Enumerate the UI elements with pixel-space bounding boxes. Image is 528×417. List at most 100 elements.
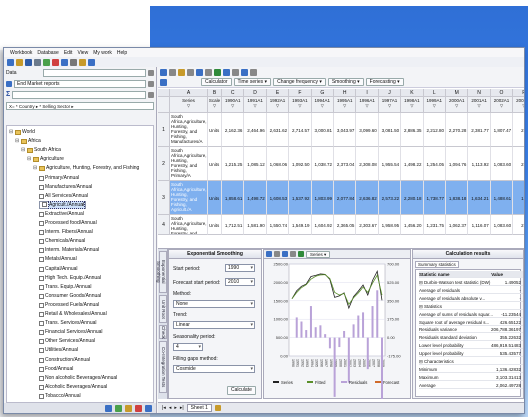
value-cell[interactable]: 2,365.05 <box>334 215 357 235</box>
method-select[interactable]: None <box>173 300 255 308</box>
checkbox[interactable] <box>39 257 44 263</box>
series-header-cell[interactable]: Scale ▽ <box>208 97 222 113</box>
column-header[interactable]: O <box>490 89 514 97</box>
value-cell[interactable]: 1,094.76 <box>446 147 469 181</box>
chevron-down-icon[interactable] <box>148 80 154 87</box>
result-row[interactable]: ⊟ Characteristics <box>419 358 523 365</box>
value-cell[interactable]: 1,092.50 <box>289 147 312 181</box>
value-cell[interactable]: 2,293. <box>513 147 524 181</box>
bar-icon[interactable] <box>282 251 288 257</box>
collapse-icon[interactable]: ⊟ <box>15 137 20 146</box>
value-cell[interactable]: 1,568. <box>513 181 524 215</box>
value-cell[interactable]: 1,068.06 <box>266 147 290 181</box>
value-cell[interactable]: 1,838.18 <box>446 181 469 215</box>
filter-icon[interactable]: ▽ <box>208 103 221 108</box>
column-header[interactable]: B <box>208 89 222 97</box>
series-cell[interactable]: South Africa,Agriculture, Hunting, Fores… <box>170 113 208 147</box>
bar-chart-icon[interactable] <box>241 68 248 76</box>
start-period-select[interactable]: 1990 <box>225 264 255 272</box>
value-cell[interactable]: 3,081.50 <box>378 113 402 147</box>
sheet-nav-next-icon[interactable]: ▸ <box>174 405 177 411</box>
seasonality-select[interactable]: 4 <box>173 343 203 351</box>
value-cell[interactable]: 2,464.96 <box>244 113 267 147</box>
nav-last-icon[interactable] <box>135 404 142 412</box>
value-cell[interactable]: 2,293. <box>513 215 524 235</box>
tree-item[interactable]: ⊟ Agriculture, Hunting, Forestry, and Fis… <box>33 164 139 173</box>
tree-item[interactable]: Agricult./Annual <box>39 200 87 209</box>
value-cell[interactable]: 1,215.25 <box>222 147 245 181</box>
filling-gaps-select[interactable]: Cosmide <box>173 365 255 373</box>
delete-icon[interactable] <box>52 58 59 66</box>
checkbox[interactable] <box>39 266 44 272</box>
filter-icon[interactable]: ▽ <box>379 103 400 108</box>
filter-icon[interactable]: ▽ <box>334 103 355 108</box>
search-icon[interactable] <box>148 91 154 98</box>
tab-summary-statistics[interactable]: Summary statistics <box>415 261 459 268</box>
scale-cell[interactable]: Units <box>208 181 222 215</box>
axis-icon[interactable] <box>290 251 296 257</box>
dropdown-icon[interactable] <box>148 69 154 76</box>
value-cell[interactable]: 1,113.92 <box>468 147 491 181</box>
sheet-nav-last-icon[interactable]: ▸| <box>180 405 184 411</box>
menu-view[interactable]: View <box>77 50 88 56</box>
layout-icon[interactable] <box>232 68 239 76</box>
checkbox[interactable] <box>39 193 44 199</box>
column-header[interactable]: G <box>311 89 334 97</box>
value-cell[interactable]: 1,488.61 <box>490 181 514 215</box>
value-cell[interactable]: 1,550.74 <box>266 215 290 235</box>
checkbox[interactable] <box>39 375 44 381</box>
side-tab[interactable]: Check <box>159 325 167 339</box>
series-header-cell[interactable]: 1999A1 ▽ <box>423 97 446 113</box>
sheet-nav-prev-icon[interactable]: ◂ <box>169 405 172 411</box>
value-cell[interactable]: 2,077.84 <box>334 181 357 215</box>
nav-next-icon[interactable] <box>125 404 132 412</box>
tree-item[interactable]: All Services/Annual <box>39 192 88 201</box>
checkbox[interactable] <box>39 357 44 363</box>
result-row[interactable]: Square root of average residual s... 426.… <box>419 319 523 326</box>
column-header[interactable]: K <box>401 89 424 97</box>
checkbox[interactable] <box>39 293 44 299</box>
filter-icon[interactable]: ▽ <box>170 103 207 108</box>
checkbox[interactable] <box>39 366 44 372</box>
filter-input[interactable] <box>12 90 146 99</box>
column-header[interactable]: P <box>513 89 524 97</box>
row-number[interactable]: 1 <box>158 113 170 147</box>
value-cell[interactable]: 2,636.82 <box>356 181 379 215</box>
value-cell[interactable]: 1,083.60 <box>490 215 514 235</box>
checkbox[interactable] <box>39 393 44 399</box>
open-icon[interactable] <box>16 58 23 66</box>
value-cell[interactable]: 1,549.19 <box>289 215 312 235</box>
scale-cell[interactable]: Units <box>208 113 222 147</box>
value-cell[interactable]: 2,714.57 <box>289 113 312 147</box>
menu-workbook[interactable]: Workbook <box>10 50 32 56</box>
line-chart-icon[interactable] <box>223 68 230 76</box>
filter-icon[interactable]: ▽ <box>312 103 333 108</box>
result-row[interactable]: Average of sums of residuals squar... -11… <box>419 311 523 318</box>
series-menu[interactable]: Series ▾ <box>306 250 331 258</box>
series-header-cell[interactable]: 1996A1 ▽ <box>356 97 379 113</box>
column-header[interactable]: F <box>289 89 312 97</box>
filter-icon[interactable]: ▽ <box>401 103 422 108</box>
value-cell[interactable]: 1,537.92 <box>289 181 312 215</box>
result-row[interactable]: Minimum 1,136.42832 <box>419 366 523 373</box>
column-header[interactable]: A <box>170 89 208 97</box>
checkbox[interactable] <box>39 211 44 217</box>
grid-icon[interactable] <box>160 68 167 76</box>
collapse-icon[interactable]: ⊟ <box>9 128 14 137</box>
value-cell[interactable]: 1,738.77 <box>423 181 446 215</box>
filter-icon[interactable]: ▽ <box>491 103 512 108</box>
value-cell[interactable]: 2,373.04 <box>334 147 357 181</box>
scale-cell[interactable]: Units <box>208 147 222 181</box>
value-cell[interactable]: 2,381.77 <box>468 113 491 147</box>
series-header-cell[interactable]: 1991A1 ▽ <box>244 97 267 113</box>
tree-item[interactable]: Manufactures/Annual <box>39 183 92 192</box>
column-header[interactable]: I <box>356 89 379 97</box>
value-cell[interactable]: 2,162.36 <box>222 113 245 147</box>
time-series-button[interactable]: Time series ▾ <box>233 78 272 86</box>
sheet-tab[interactable]: Sheet 1 <box>186 404 212 412</box>
checkbox[interactable] <box>39 248 44 254</box>
tree-item[interactable]: Capital/Annual <box>39 265 78 274</box>
filter-icon[interactable]: ▽ <box>267 103 288 108</box>
tree-item[interactable]: ⊟ World <box>9 128 35 137</box>
tree-item[interactable]: ⊟ Agriculture <box>27 155 64 164</box>
